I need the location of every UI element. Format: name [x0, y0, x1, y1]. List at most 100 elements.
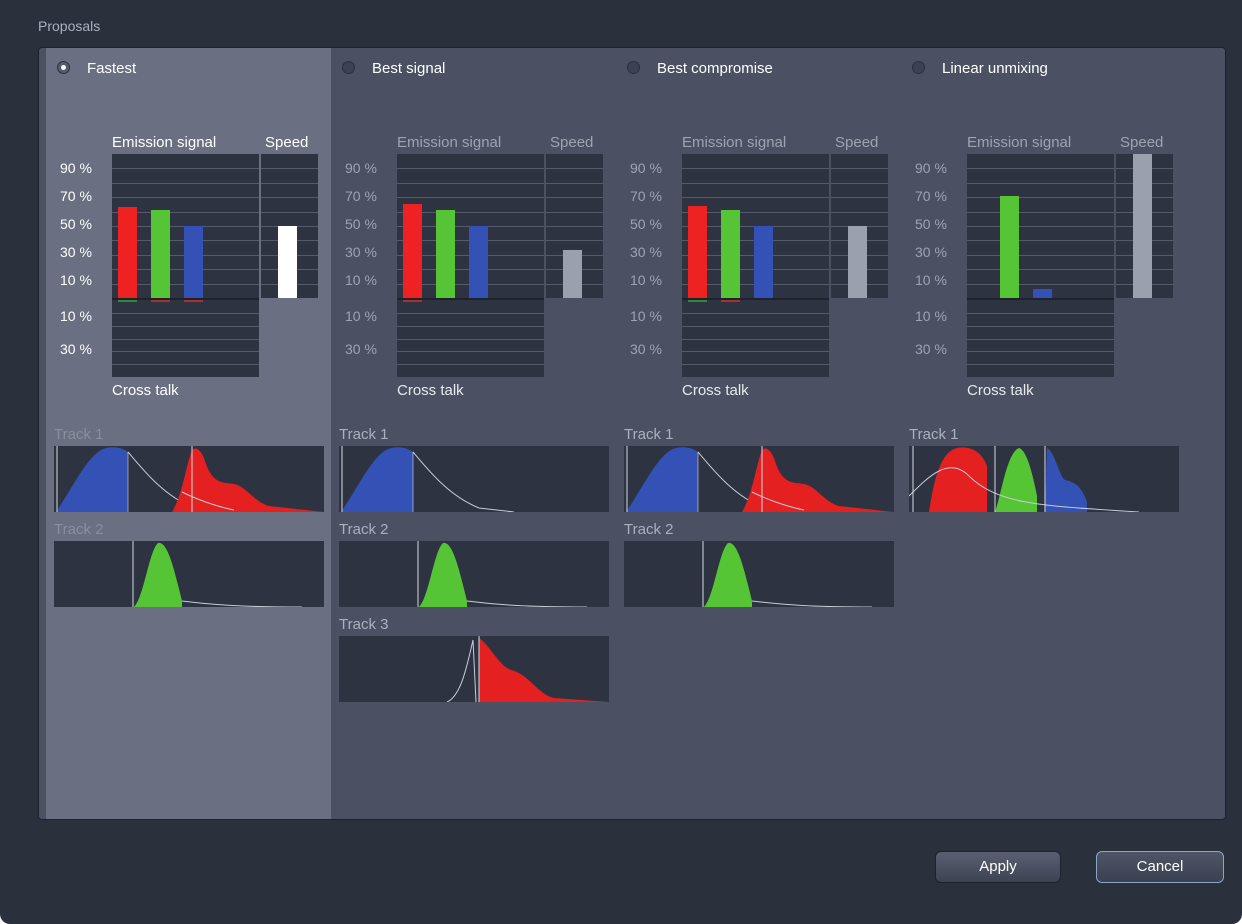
green-curve — [466, 600, 588, 607]
track-label: Track 2 — [339, 521, 389, 538]
radio-button[interactable] — [342, 61, 355, 74]
emission-signal-header: Emission signal — [397, 134, 502, 151]
emission-tick-label: 90 % — [345, 160, 377, 176]
emission-chart — [967, 154, 1114, 300]
emission-tick-label: 50 % — [60, 216, 92, 232]
track-label: Track 1 — [54, 426, 104, 443]
speed-bar — [563, 250, 582, 298]
blue-narrow-curve — [412, 451, 515, 512]
dialog-title: Proposals — [38, 18, 101, 34]
track-spectrum-plot — [909, 446, 1179, 512]
track-label: Track 1 — [339, 426, 389, 443]
speed-chart — [261, 154, 318, 298]
crosstalk-bar — [403, 300, 422, 302]
emission-tick-label: 30 % — [345, 244, 377, 260]
emission-bar — [436, 210, 455, 298]
radio-selected-dot — [61, 65, 66, 70]
emission-tick-label: 90 % — [915, 160, 947, 176]
track-spectrum-plot — [624, 541, 894, 607]
track-label: Track 3 — [339, 616, 389, 633]
option-label[interactable]: Linear unmixing — [942, 60, 1048, 77]
emission-bar — [1033, 289, 1052, 298]
emission-tick-label: 10 % — [630, 272, 662, 288]
speed-header: Speed — [550, 134, 594, 151]
option-linear-unmixing[interactable]: Linear unmixing Emission signal Speed 90 % 7… — [901, 48, 1186, 819]
track-spectrum-plot — [624, 446, 894, 512]
track-label: Track 2 — [624, 521, 674, 538]
crosstalk-bar — [151, 300, 170, 302]
emission-bar — [721, 210, 740, 298]
option-label[interactable]: Best signal — [372, 60, 445, 77]
radio-button[interactable] — [912, 61, 925, 74]
emission-bar — [151, 210, 170, 298]
track-spectrum-plot — [339, 636, 609, 702]
crosstalk-tick-label: 10 % — [915, 308, 947, 324]
speed-header: Speed — [265, 134, 309, 151]
speed-chart — [1116, 154, 1173, 298]
speed-header: Speed — [835, 134, 879, 151]
unmix-curve — [929, 447, 987, 512]
cancel-button[interactable]: Cancel — [1096, 851, 1224, 883]
option-fastest[interactable]: Fastest Emission signal Speed 90 % 70 % 50 % 3… — [46, 48, 331, 819]
crosstalk-label: Cross talk — [112, 382, 179, 399]
crosstalk-tick-label: 10 % — [60, 308, 92, 324]
emission-bar — [469, 226, 488, 298]
emission-tick-label: 70 % — [915, 188, 947, 204]
option-best-signal[interactable]: Best signal Emission signal Speed 90 % 70 % 5… — [331, 48, 616, 819]
emission-tick-label: 70 % — [345, 188, 377, 204]
radio-button[interactable] — [57, 61, 70, 74]
emission-bar — [184, 226, 203, 298]
red-curve — [742, 448, 894, 512]
crosstalk-tick-label: 10 % — [630, 308, 662, 324]
proposals-panel: Fastest Emission signal Speed 90 % 70 % 50 % 3… — [38, 47, 1226, 820]
blue-narrow-curve — [341, 447, 413, 512]
track-spectrum-plot — [339, 446, 609, 512]
option-best-compromise[interactable]: Best compromise Emission signal Speed 90 % 7… — [616, 48, 901, 819]
green-curve — [751, 600, 873, 607]
apply-button[interactable]: Apply — [935, 851, 1061, 883]
crosstalk-bar — [721, 300, 740, 302]
speed-chart — [546, 154, 603, 298]
emission-tick-label: 10 % — [60, 272, 92, 288]
option-label[interactable]: Best compromise — [657, 60, 773, 77]
crosstalk-tick-label: 30 % — [630, 341, 662, 357]
emission-tick-label: 90 % — [60, 160, 92, 176]
emission-signal-header: Emission signal — [112, 134, 217, 151]
green-curve — [134, 542, 182, 607]
crosstalk-chart — [112, 300, 259, 377]
emission-tick-label: 10 % — [915, 272, 947, 288]
emission-signal-header: Emission signal — [682, 134, 787, 151]
crosstalk-label: Cross talk — [397, 382, 464, 399]
unmix-curve — [1045, 448, 1087, 512]
option-label[interactable]: Fastest — [87, 60, 136, 77]
emission-tick-label: 30 % — [630, 244, 662, 260]
emission-chart — [682, 154, 829, 300]
crosstalk-chart — [397, 300, 544, 377]
crosstalk-tick-label: 30 % — [915, 341, 947, 357]
track-spectrum-plot — [339, 541, 609, 607]
emission-tick-label: 50 % — [630, 216, 662, 232]
track-label: Track 2 — [54, 521, 104, 538]
emission-bar — [1000, 195, 1019, 298]
speed-chart — [831, 154, 888, 298]
crosstalk-chart — [682, 300, 829, 377]
green-curve — [704, 542, 752, 607]
radio-button[interactable] — [627, 61, 640, 74]
speed-bar — [848, 226, 867, 298]
red-curve — [172, 448, 324, 512]
proposals-dialog: Proposals Fastest Emission signal Speed 90 … — [0, 0, 1242, 924]
emission-signal-header: Emission signal — [967, 134, 1072, 151]
green-curve — [181, 600, 303, 607]
emission-bar — [688, 205, 707, 298]
red-steep-curve — [479, 638, 609, 702]
crosstalk-tick-label: 30 % — [345, 341, 377, 357]
crosstalk-tick-label: 10 % — [345, 308, 377, 324]
emission-tick-label: 10 % — [345, 272, 377, 288]
crosstalk-label: Cross talk — [682, 382, 749, 399]
crosstalk-chart — [967, 300, 1114, 377]
crosstalk-bar — [688, 300, 707, 302]
red-steep-curve — [446, 639, 477, 702]
green-curve — [419, 542, 467, 607]
emission-tick-label: 50 % — [915, 216, 947, 232]
blue-narrow-curve — [56, 447, 128, 512]
